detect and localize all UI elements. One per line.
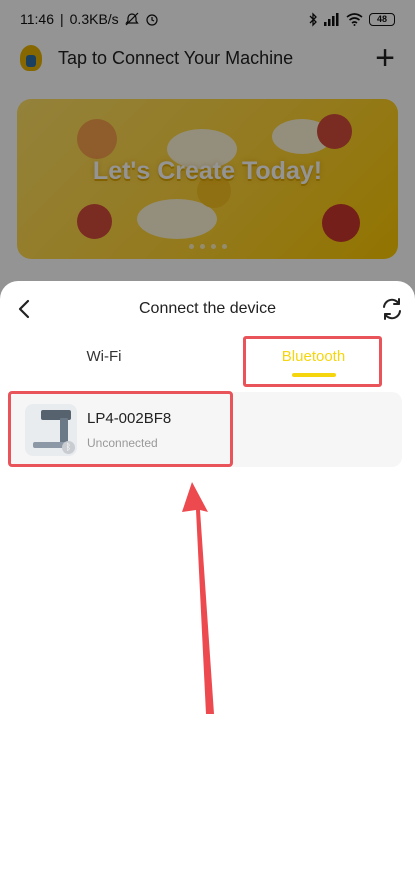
device-highlight-box <box>8 391 233 467</box>
tab-wifi[interactable]: Wi-Fi <box>40 337 168 387</box>
bluetooth-tab-highlight-box <box>243 336 382 387</box>
annotation-arrow-icon <box>182 482 214 714</box>
refresh-icon[interactable] <box>379 295 405 323</box>
sheet-title: Connect the device <box>139 300 276 317</box>
tab-wifi-label: Wi-Fi <box>86 347 122 365</box>
back-icon[interactable] <box>12 295 38 323</box>
sheet-header: Connect the device <box>0 281 415 337</box>
